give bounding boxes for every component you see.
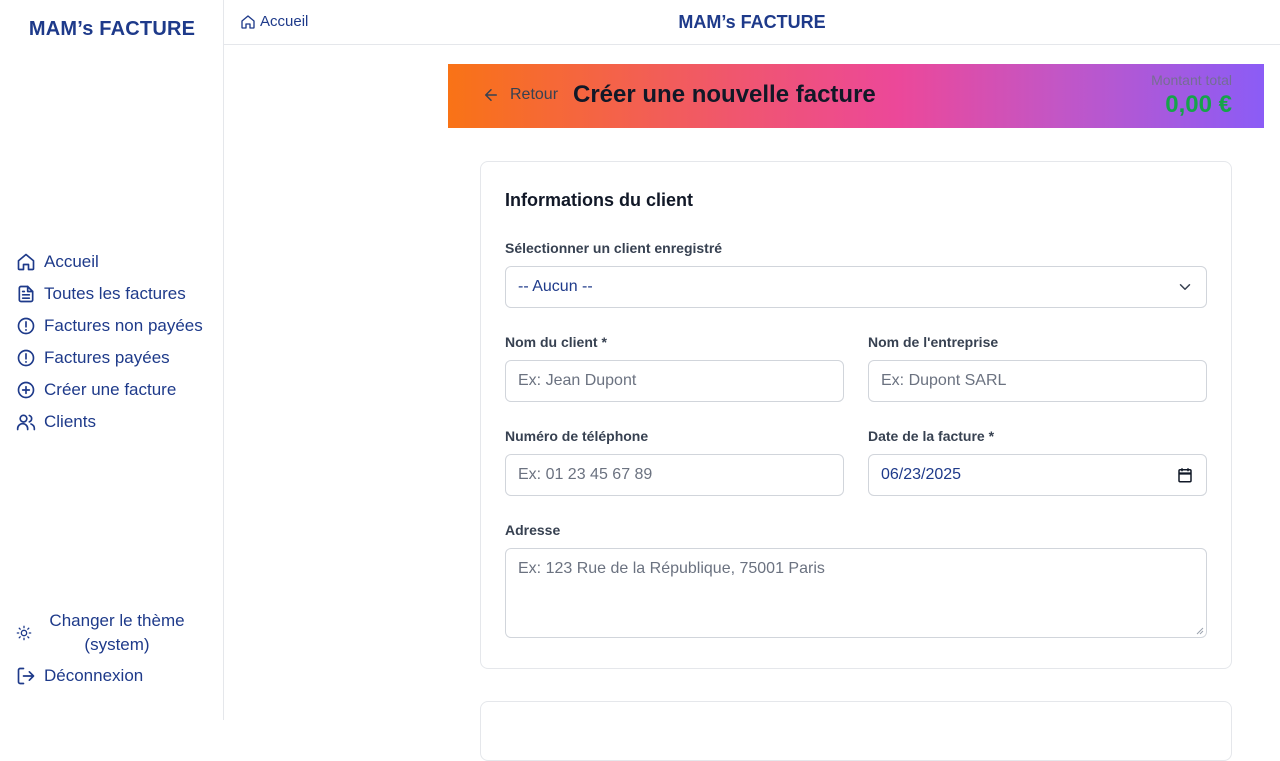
client-name-label: Nom du client *	[505, 334, 607, 350]
home-icon	[17, 253, 35, 271]
alert-circle-icon	[17, 349, 35, 367]
phone-label: Numéro de téléphone	[505, 428, 649, 444]
chevron-down-icon	[1179, 284, 1191, 290]
client-select-value: -- Aucun --	[518, 278, 593, 295]
total-amount-label: Montant total	[1151, 72, 1232, 88]
logout-icon	[17, 667, 35, 685]
client-select[interactable]: -- Aucun --	[505, 266, 1207, 308]
company-name-label: Nom de l'entreprise	[868, 334, 999, 350]
top-bar: Accueil MAM’s FACTURE	[224, 0, 1280, 45]
address-label: Adresse	[505, 522, 561, 538]
address-textarea[interactable]: Ex: 123 Rue de la République, 75001 Pari…	[505, 548, 1207, 638]
company-name-placeholder: Ex: Dupont SARL	[881, 372, 1007, 389]
address-placeholder: Ex: 123 Rue de la République, 75001 Pari…	[518, 560, 825, 577]
client-info-card: Informations du client Sélectionner un c…	[480, 161, 1232, 669]
sidebar-footer: Changer le thème (system) Déconnexion	[16, 608, 208, 692]
arrow-left-icon	[485, 89, 497, 101]
sidebar-item-payees[interactable]: Factures payées	[16, 342, 203, 374]
invoice-header-banner: Retour Créer une nouvelle facture Montan…	[448, 64, 1264, 128]
section-title: Informations du client	[505, 190, 694, 210]
sidebar-item-accueil[interactable]: Accueil	[16, 246, 203, 278]
sidebar-item-creer-facture[interactable]: Créer une facture	[16, 374, 203, 406]
page-title: MAM’s FACTURE	[678, 12, 826, 32]
sidebar-item-non-payees[interactable]: Factures non payées	[16, 310, 203, 342]
alert-circle-icon	[17, 317, 35, 335]
sidebar-item-label: Créer une facture	[44, 380, 177, 399]
invoice-date-value: 06/23/2025	[881, 466, 962, 483]
invoice-date-label: Date de la facture *	[868, 428, 995, 444]
brand-title: MAM’s FACTURE	[28, 18, 196, 40]
logout-button[interactable]: Déconnexion	[16, 660, 208, 692]
theme-toggle-line1: Changer le thème	[49, 611, 185, 630]
theme-toggle-label: Changer le thème (system)	[42, 609, 192, 657]
back-label: Retour	[510, 86, 559, 103]
banner-title: Créer une nouvelle facture	[573, 81, 876, 108]
sidebar-item-label: Toutes les factures	[44, 284, 186, 303]
resize-handle-icon[interactable]	[1196, 627, 1204, 635]
sidebar-item-label: Factures non payées	[44, 316, 203, 335]
sidebar-nav: Accueil Toutes les factures Factures non…	[16, 246, 203, 438]
sun-icon	[16, 625, 32, 641]
sidebar-item-clients[interactable]: Clients	[16, 406, 203, 438]
client-name-input[interactable]: Ex: Jean Dupont	[505, 360, 844, 402]
calendar-icon[interactable]	[1176, 466, 1194, 484]
theme-toggle[interactable]: Changer le thème (system)	[16, 608, 208, 658]
phone-placeholder: Ex: 01 23 45 67 89	[518, 466, 653, 483]
document-icon	[18, 285, 34, 303]
users-icon	[16, 414, 36, 431]
company-name-input[interactable]: Ex: Dupont SARL	[868, 360, 1207, 402]
select-client-label: Sélectionner un client enregistré	[505, 240, 723, 256]
client-name-placeholder: Ex: Jean Dupont	[518, 372, 637, 389]
sidebar-item-toutes-factures[interactable]: Toutes les factures	[16, 278, 203, 310]
next-section-card	[480, 701, 1232, 761]
theme-toggle-line2: (system)	[84, 635, 150, 654]
invoice-date-input[interactable]: 06/23/2025	[868, 454, 1207, 496]
phone-input[interactable]: Ex: 01 23 45 67 89	[505, 454, 844, 496]
sidebar: MAM’s FACTURE Accueil Toutes les facture…	[0, 0, 224, 720]
plus-circle-icon	[17, 381, 35, 399]
sidebar-item-label: Clients	[44, 412, 96, 431]
sidebar-item-label: Factures payées	[44, 348, 170, 367]
back-button[interactable]: Retour	[482, 86, 558, 104]
logout-label: Déconnexion	[44, 666, 144, 685]
sidebar-item-label: Accueil	[44, 252, 99, 271]
total-amount-value: 0,00 €	[1165, 91, 1232, 118]
